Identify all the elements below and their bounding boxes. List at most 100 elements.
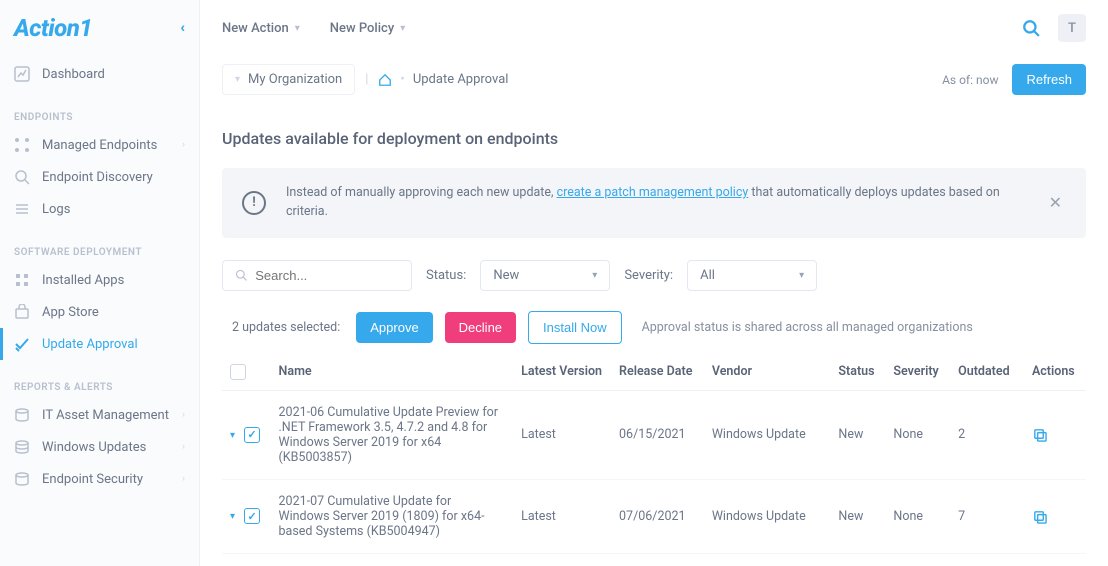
breadcrumb-dot: • bbox=[400, 72, 404, 87]
cell-name: Adobe Acrobat Reader DC bbox=[271, 553, 514, 566]
table-row: ▾ 2021-07 Cumulative Update for Windows … bbox=[222, 479, 1086, 553]
copy-icon[interactable] bbox=[1032, 427, 1078, 442]
apps-icon bbox=[14, 272, 30, 288]
win-updates-icon bbox=[14, 439, 30, 455]
severity-label: Severity: bbox=[624, 268, 673, 283]
updates-table: Name Latest Version Release Date Vendor … bbox=[222, 354, 1086, 566]
sidebar-item-label: Endpoint Discovery bbox=[42, 170, 185, 185]
discovery-icon bbox=[14, 169, 30, 185]
approval-note: Approval status is shared across all man… bbox=[642, 320, 973, 335]
refresh-button[interactable]: Refresh bbox=[1012, 64, 1086, 95]
sidebar-item-label: Logs bbox=[42, 202, 185, 217]
security-icon bbox=[14, 471, 30, 487]
logs-icon bbox=[14, 201, 30, 217]
new-action-label: New Action bbox=[222, 21, 289, 36]
expand-row-icon[interactable]: ▾ bbox=[230, 430, 235, 441]
sidebar-item-managed-endpoints[interactable]: Managed Endpoints › bbox=[0, 129, 199, 161]
selected-count-label: 2 updates selected: bbox=[232, 320, 340, 335]
breadcrumb-current: • Update Approval bbox=[378, 72, 508, 87]
info-icon: ! bbox=[242, 191, 266, 215]
sidebar-item-label: Endpoint Security bbox=[42, 472, 182, 487]
cell-name: 2021-07 Cumulative Update for Windows Se… bbox=[271, 479, 514, 553]
asset-icon bbox=[14, 407, 30, 423]
col-release[interactable]: Release Date bbox=[611, 354, 704, 391]
row-checkbox[interactable] bbox=[244, 427, 260, 443]
close-icon[interactable]: ✕ bbox=[1045, 193, 1066, 212]
sidebar-item-windows-updates[interactable]: Windows Updates › bbox=[0, 431, 199, 463]
sidebar-item-update-approval[interactable]: Update Approval bbox=[0, 328, 199, 360]
col-name[interactable]: Name bbox=[271, 354, 514, 391]
sidebar-item-label: Windows Updates bbox=[42, 440, 182, 455]
brand-logo[interactable]: Action1 bbox=[14, 14, 92, 42]
col-latest[interactable]: Latest Version bbox=[513, 354, 611, 391]
chevron-right-icon: › bbox=[182, 474, 185, 484]
new-policy-dropdown[interactable]: New Policy ▾ bbox=[330, 21, 405, 36]
sidebar-item-logs[interactable]: Logs bbox=[0, 193, 199, 225]
endpoints-icon bbox=[14, 137, 30, 153]
cell-release: 07/06/2021 bbox=[611, 479, 704, 553]
sidebar-section-title-endpoints: ENDPOINTS bbox=[0, 102, 199, 129]
sidebar-item-label: App Store bbox=[42, 305, 185, 320]
status-value: New bbox=[493, 268, 519, 283]
info-link[interactable]: create a patch management policy bbox=[557, 185, 749, 200]
cell-name: 2021-06 Cumulative Update Preview for .N… bbox=[271, 390, 514, 479]
copy-icon[interactable] bbox=[1032, 509, 1078, 524]
install-now-button[interactable]: Install Now bbox=[528, 311, 622, 344]
sidebar-item-it-asset[interactable]: IT Asset Management › bbox=[0, 399, 199, 431]
col-severity[interactable]: Severity bbox=[885, 354, 950, 391]
search-box[interactable] bbox=[222, 260, 412, 291]
user-avatar[interactable]: T bbox=[1058, 14, 1086, 42]
sidebar-item-label: Dashboard bbox=[42, 67, 185, 82]
col-outdated[interactable]: Outdated bbox=[950, 354, 1024, 391]
cell-latest: Latest bbox=[513, 390, 611, 479]
col-actions: Actions bbox=[1024, 354, 1086, 391]
global-search-icon[interactable] bbox=[1022, 19, 1040, 37]
cell-status: New bbox=[830, 479, 885, 553]
sidebar-item-dashboard[interactable]: Dashboard bbox=[0, 58, 199, 90]
approve-button[interactable]: Approve bbox=[356, 312, 432, 343]
row-checkbox[interactable] bbox=[244, 508, 260, 524]
sidebar-item-app-store[interactable]: App Store bbox=[0, 296, 199, 328]
cell-outdated: 7 bbox=[950, 479, 1024, 553]
sidebar-item-endpoint-discovery[interactable]: Endpoint Discovery bbox=[0, 161, 199, 193]
new-action-dropdown[interactable]: New Action ▾ bbox=[222, 21, 300, 36]
cell-severity: None bbox=[885, 390, 950, 479]
sidebar-section-title-reports: REPORTS & ALERTS bbox=[0, 372, 199, 399]
cell-vendor: Windows Update bbox=[704, 390, 831, 479]
col-status[interactable]: Status bbox=[830, 354, 885, 391]
sidebar-item-label: Update Approval bbox=[42, 337, 185, 352]
org-selector[interactable]: ▾ My Organization bbox=[222, 64, 355, 95]
info-banner: ! Instead of manually approving each new… bbox=[222, 168, 1086, 238]
cell-outdated: 2 bbox=[950, 390, 1024, 479]
decline-button[interactable]: Decline bbox=[445, 312, 516, 343]
chevron-right-icon: › bbox=[182, 410, 185, 420]
sidebar: Action1 ‹‹ Dashboard ENDPOINTS Managed E… bbox=[0, 0, 200, 566]
chevron-right-icon: › bbox=[182, 140, 185, 150]
severity-select[interactable]: All ▾ bbox=[687, 260, 817, 291]
sidebar-item-installed-apps[interactable]: Installed Apps bbox=[0, 264, 199, 296]
sidebar-collapse-icon[interactable]: ‹‹ bbox=[180, 20, 181, 36]
approval-icon bbox=[14, 336, 30, 352]
breadcrumb-separator: | bbox=[365, 72, 368, 87]
cell-latest: Latest bbox=[513, 479, 611, 553]
status-select[interactable]: New ▾ bbox=[480, 260, 610, 291]
col-vendor[interactable]: Vendor bbox=[704, 354, 831, 391]
chevron-down-icon: ▾ bbox=[235, 74, 240, 85]
sidebar-item-endpoint-security[interactable]: Endpoint Security › bbox=[0, 463, 199, 495]
cell-vendor: Windows Update bbox=[704, 479, 831, 553]
status-label: Status: bbox=[426, 268, 466, 283]
cell-release: 06/15/2021 bbox=[611, 390, 704, 479]
cell-latest: 20.013.20074 bbox=[513, 553, 611, 566]
org-label: My Organization bbox=[248, 72, 342, 87]
chevron-down-icon: ▾ bbox=[592, 270, 597, 281]
select-all-checkbox[interactable] bbox=[230, 364, 246, 380]
cell-status: New bbox=[830, 390, 885, 479]
sidebar-item-label: Managed Endpoints bbox=[42, 138, 182, 153]
store-icon bbox=[14, 304, 30, 320]
page-title: Updates available for deployment on endp… bbox=[222, 129, 1086, 148]
table-row: ▾ 2021-06 Cumulative Update Preview for … bbox=[222, 390, 1086, 479]
expand-row-icon[interactable]: ▾ bbox=[230, 511, 235, 522]
chevron-down-icon: ▾ bbox=[799, 270, 804, 281]
breadcrumb-bar: ▾ My Organization | • Update Approval As… bbox=[200, 56, 1108, 103]
search-input[interactable] bbox=[255, 268, 399, 283]
